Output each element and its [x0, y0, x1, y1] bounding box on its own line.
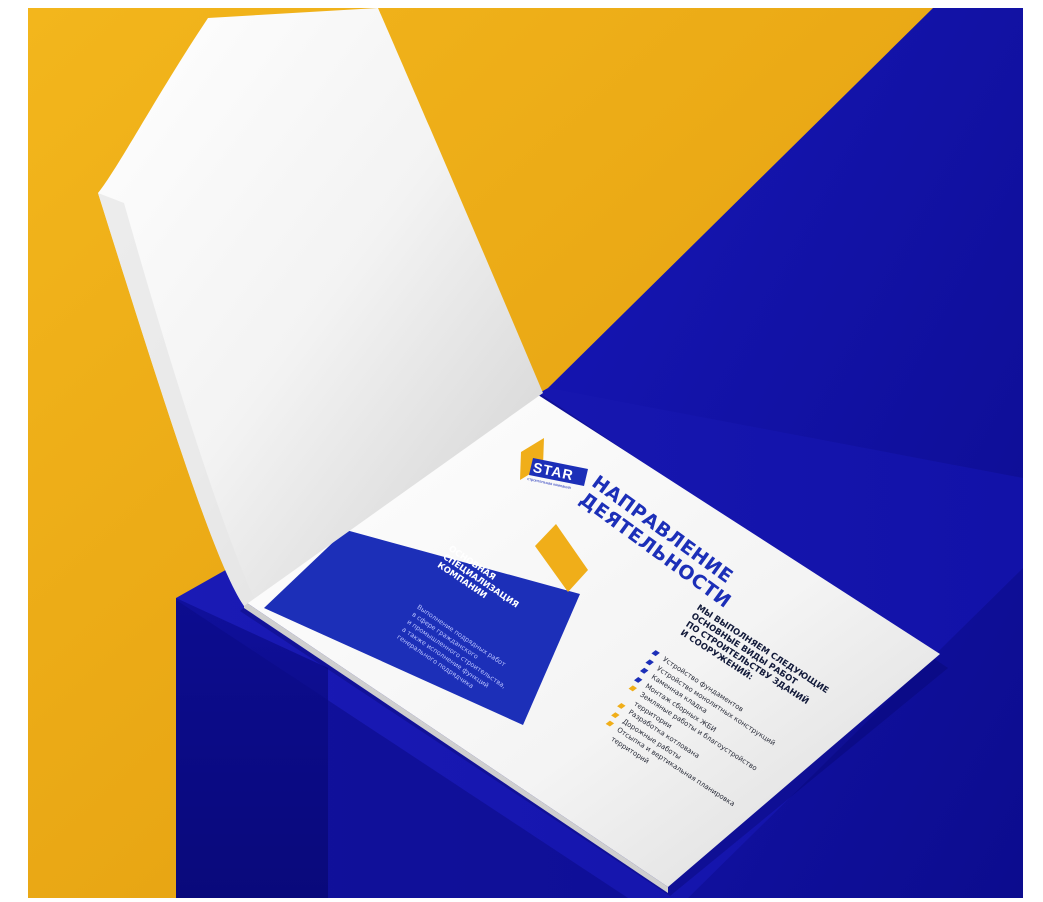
photo-scene: STAR строительная компания НАПРАВЛЕНИЕ Д…	[28, 8, 1023, 898]
scene-graphic	[28, 8, 1023, 898]
